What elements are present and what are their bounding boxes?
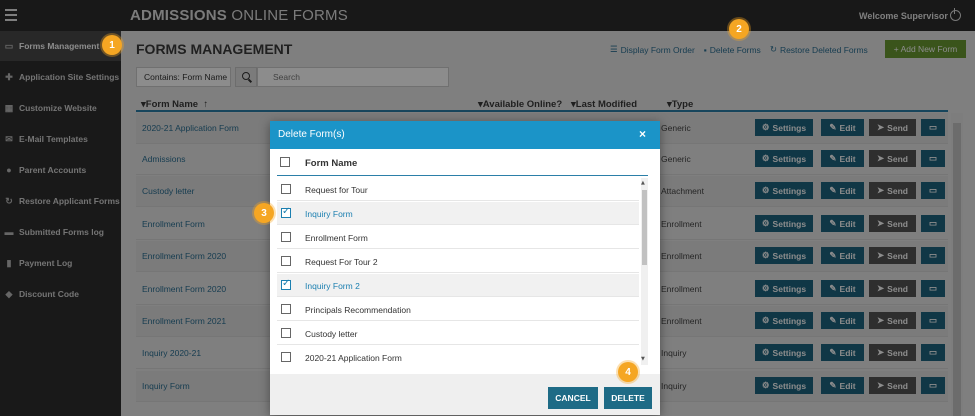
form-checkbox[interactable] (281, 352, 291, 362)
list-item[interactable]: Principals Recommendation (277, 298, 639, 321)
delete-forms-dialog: Delete Form(s) × Form Name Request for T… (270, 121, 660, 415)
form-list-label: Request For Tour 2 (305, 257, 378, 267)
list-item[interactable]: Inquiry Form (277, 202, 639, 225)
dialog-footer: CANCEL DELETE (270, 374, 660, 415)
list-item[interactable]: Custody letter (277, 322, 639, 345)
form-list-label: Custody letter (305, 329, 358, 339)
delete-button[interactable]: DELETE (604, 387, 652, 409)
form-list-label: Request for Tour (305, 185, 368, 195)
list-item[interactable]: Enrollment Form (277, 226, 639, 249)
dialog-header: Delete Form(s) × (270, 121, 660, 149)
list-item[interactable]: Inquiry Form 2 (277, 274, 639, 297)
list-item[interactable]: Request For Tour 2 (277, 250, 639, 273)
list-scrollbar-thumb[interactable] (642, 190, 647, 265)
callout-badge-2: 2 (729, 19, 749, 39)
dialog-header-divider (277, 175, 648, 176)
dialog-title: Delete Form(s) (278, 129, 345, 140)
callout-badge-4: 4 (618, 362, 638, 382)
callout-badge-1: 1 (102, 35, 122, 55)
form-checkbox[interactable] (281, 278, 291, 290)
form-checkbox[interactable] (281, 256, 291, 266)
scroll-up-icon[interactable]: ▲ (641, 180, 645, 186)
form-list-label: Enrollment Form (305, 233, 368, 243)
list-item[interactable]: 2020-21 Application Form (277, 346, 639, 365)
form-list-label: Inquiry Form (305, 209, 353, 219)
select-all-checkbox[interactable] (280, 157, 290, 167)
form-checkbox[interactable] (281, 304, 291, 314)
cancel-button[interactable]: CANCEL (548, 387, 598, 409)
scroll-down-icon[interactable]: ▼ (641, 356, 645, 362)
form-list-label: Inquiry Form 2 (305, 281, 360, 291)
form-list: Request for Tour Inquiry Form Enrollment F… (277, 178, 648, 365)
close-icon[interactable]: × (639, 127, 646, 141)
form-list-label: Principals Recommendation (305, 305, 411, 315)
form-list-label: 2020-21 Application Form (305, 353, 402, 363)
dialog-column-header: Form Name (305, 158, 358, 169)
list-item[interactable]: Request for Tour (277, 178, 639, 201)
form-checkbox[interactable] (281, 206, 291, 218)
form-checkbox[interactable] (281, 232, 291, 242)
form-checkbox[interactable] (281, 184, 291, 194)
form-checkbox[interactable] (281, 328, 291, 338)
callout-badge-3: 3 (254, 203, 274, 223)
